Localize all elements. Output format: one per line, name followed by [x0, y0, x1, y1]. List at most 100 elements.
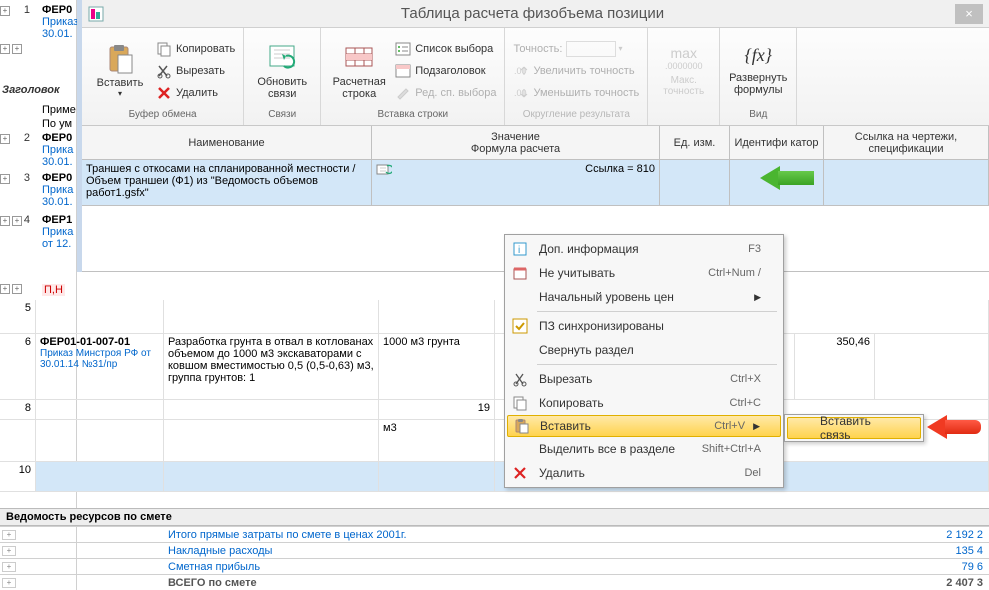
footer-row: +Итого прямые затраты по смете в ценах 2… [0, 526, 989, 542]
footer-value: 2 407 3 [919, 577, 989, 589]
dec-precision-icon: .00 [513, 85, 529, 101]
subheader-button[interactable]: Подзаголовок [395, 61, 496, 81]
label: Не учитывать [539, 266, 688, 280]
menu-item[interactable]: ПЗ синхронизированы [507, 314, 781, 338]
label: Список выбора [415, 43, 493, 55]
label: Вырезать [176, 65, 225, 77]
label: Вставить [97, 77, 144, 89]
item-code: ФЕР01-01-007-01 [40, 336, 159, 348]
label: Вставить [540, 419, 694, 433]
group-label: Буфер обмена [90, 109, 235, 123]
blank-icon [511, 440, 529, 458]
list-icon [395, 41, 411, 57]
calcrow-button[interactable]: Расчетная строка [329, 42, 389, 100]
row-number: 6 [0, 334, 36, 399]
expand-icon[interactable]: + [0, 284, 10, 294]
label: Ред. сп. выбора [415, 87, 496, 99]
expand-icon[interactable]: + [0, 44, 10, 54]
col-unit: Ед. изм. [660, 126, 730, 159]
footer-row: +Накладные расходы135 4 [0, 542, 989, 558]
inc-precision-icon: .00 [513, 63, 529, 79]
cut-button[interactable]: Вырезать [156, 61, 235, 81]
footer-value: 2 192 2 [919, 529, 989, 541]
max-precision-button: max .0000000 Макс. точность [656, 45, 711, 97]
refresh-icon [266, 42, 298, 74]
menu-item[interactable]: КопироватьCtrl+C [507, 391, 781, 415]
item-unit: 1000 м3 грунта [379, 334, 495, 399]
label: Увеличить точность [533, 65, 634, 77]
group-label: Вид [728, 109, 788, 123]
label: Начальный уровень цен [539, 290, 746, 304]
listselect-button[interactable]: Список выбора [395, 39, 496, 59]
expand-icon[interactable]: + [2, 562, 16, 572]
expand-formulas-button[interactable]: {fx} Развернуть формулы [728, 45, 788, 96]
code-sub: Прика [42, 184, 73, 196]
context-menu[interactable]: iДоп. информацияF3Не учитыватьCtrl+Num /… [504, 234, 784, 488]
code-sub: Прика [42, 226, 73, 238]
menu-item-paste-link[interactable]: Вставить связь [787, 417, 921, 439]
menu-item[interactable]: Удалить Del [507, 461, 781, 485]
footer-row: +ВСЕГО по смете2 407 3 [0, 574, 989, 590]
main-grid: 5 6 ФЕР01-01-007-01 Приказ Минстроя РФ о… [0, 300, 989, 492]
label: Точность: [513, 43, 562, 55]
submenu-arrow-icon: ▶ [754, 292, 761, 303]
label: Подзаголовок [415, 65, 485, 77]
data-row[interactable]: 6 ФЕР01-01-007-01 Приказ Минстроя РФ от … [0, 334, 989, 400]
code: ФЕР0 [42, 132, 72, 144]
blank-icon [511, 288, 529, 306]
footer-summary: Ведомость ресурсов по смете +Итого прямы… [0, 508, 989, 590]
cell-name: Траншея с откосами на спланированной мес… [82, 160, 372, 205]
inner-grid-row[interactable]: Траншея с откосами на спланированной мес… [82, 160, 989, 206]
cell-value: 19 [379, 400, 495, 419]
inc-precision-button: .00 Увеличить точность [513, 61, 639, 81]
shortcut: Del [744, 467, 761, 479]
expand-icon[interactable]: + [12, 284, 22, 294]
cell-value: Ссылка = 810 [376, 163, 655, 175]
footer-label: Сметная прибыль [18, 561, 919, 573]
zeros-text: .0000000 [665, 61, 703, 71]
expand-icon[interactable]: + [2, 578, 16, 588]
menu-item[interactable]: iДоп. информацияF3 [507, 237, 781, 261]
item-description: Разработка грунта в отвал в котлованах о… [164, 334, 379, 399]
shortcut: Ctrl+X [730, 373, 761, 385]
menu-item[interactable]: Свернуть раздел [507, 338, 781, 362]
error-badge: П,Н [42, 284, 65, 296]
dec-precision-button: .00 Уменьшить точность [513, 83, 639, 103]
context-submenu[interactable]: Вставить связь [784, 414, 924, 442]
label: Макс. [671, 75, 697, 86]
close-button[interactable]: × [955, 4, 983, 24]
calc-dialog: Таблица расчета физобъема позиции × Вста… [77, 0, 989, 272]
menu-item[interactable]: Начальный уровень цен ▶ [507, 285, 781, 309]
label: Свернуть раздел [539, 343, 761, 357]
ribbon-group-insert: Расчетная строка Список выбора Подзаголо… [321, 28, 505, 125]
app-icon [88, 6, 104, 22]
col-ref: Ссылка на чертежи, спецификации [824, 126, 989, 159]
menu-item[interactable]: Не учитыватьCtrl+Num / [507, 261, 781, 285]
menu-item[interactable]: Выделить все в разделеShift+Ctrl+A [507, 437, 781, 461]
code: ФЕР0 [42, 4, 72, 16]
label: Удалить [176, 87, 218, 99]
code: ФЕР0 [42, 172, 72, 184]
footer-label: ВСЕГО по смете [18, 577, 919, 589]
subheader-icon [395, 63, 411, 79]
code-date: 30.01. [42, 28, 73, 40]
paste-button[interactable]: Вставить ▾ [90, 43, 150, 98]
label: Вырезать [539, 372, 710, 386]
ribbon-group-view: {fx} Развернуть формулы Вид [720, 28, 797, 125]
footer-row: +Сметная прибыль79 6 [0, 558, 989, 574]
delete-button[interactable]: Удалить [156, 83, 235, 103]
label: Удалить [539, 466, 724, 480]
refresh-links-button[interactable]: Обновить связи [252, 42, 312, 100]
menu-item[interactable]: Вырезать Ctrl+X [507, 367, 781, 391]
ribbon-group-max: max .0000000 Макс. точность [648, 28, 720, 125]
expand-icon[interactable]: + [2, 530, 16, 540]
expand-icon[interactable]: + [2, 546, 16, 556]
copy-button[interactable]: Копировать [156, 39, 235, 59]
col-formula: Формула расчета [471, 143, 560, 155]
expand-icon[interactable]: + [12, 44, 22, 54]
paste-icon [104, 43, 136, 75]
delete-icon [156, 85, 172, 101]
left-sidebar: + 1 ФЕР0 Приказ 30.01. + + Заголовок При… [0, 0, 77, 590]
window-title: Таблица расчета физобъема позиции [110, 5, 955, 22]
menu-item[interactable]: ВставитьCtrl+V▶ [507, 415, 781, 437]
